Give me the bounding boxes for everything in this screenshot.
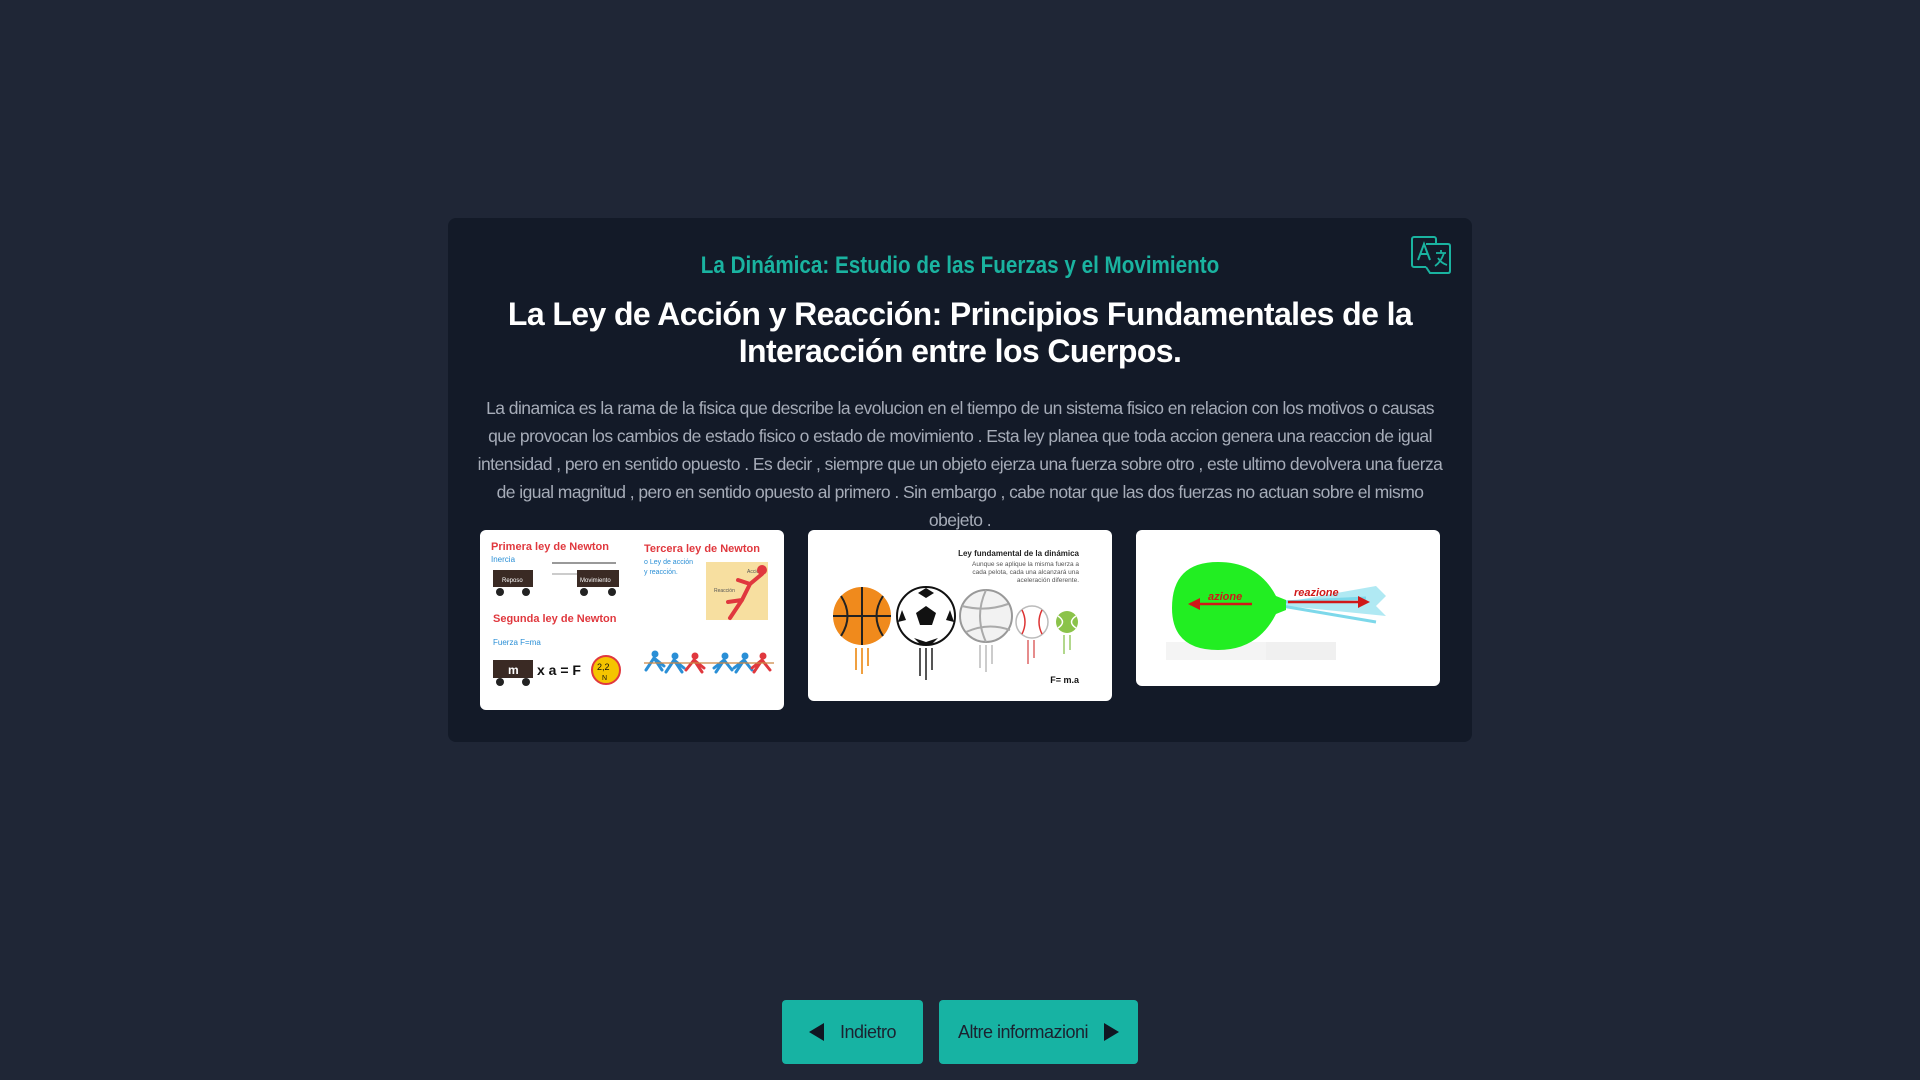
back-button-label: Indietro [839, 1021, 897, 1042]
force-value: 2,2 [597, 662, 610, 672]
balls-line2: cada pelota, cada una alcanzará una [972, 569, 1079, 576]
first-law-label: Primera ley de Newton [491, 541, 609, 553]
dynamics-balls-image: Ley fundamental de la dinámica Aunque se… [808, 530, 1112, 701]
baseball-icon [1015, 605, 1049, 664]
newton-laws-image: Primera ley de Newton Inercia Reposo Mov… [480, 530, 784, 710]
more-info-button-label: Altre informazioni [957, 1021, 1089, 1042]
balls-line3: aceleración diferente. [1017, 577, 1079, 584]
reaction-label: Reacción [714, 588, 735, 594]
back-button[interactable]: Indietro [782, 1000, 923, 1064]
card-description: La dinamica es la rama de la fisica que … [477, 398, 1443, 530]
soccer-ball-icon [896, 586, 956, 680]
translate-button[interactable] [1410, 234, 1452, 276]
force-formula-label: Fuerza F=ma [493, 638, 541, 647]
mass-label: m [508, 663, 519, 677]
inertia-label: Inercia [491, 555, 516, 564]
action-reaction-image: azione reazione [1136, 530, 1440, 686]
action-label-img3: azione [1208, 591, 1242, 603]
equation-label: x a = F [537, 662, 581, 678]
rest-label: Reposo [502, 578, 523, 584]
info-card: La Dinámica: Estudio de las Fuerzas y el… [448, 218, 1472, 742]
second-law-label: Segunda ley de Newton [493, 613, 617, 625]
card-subtitle: La Dinámica: Estudio de las Fuerzas y el… [700, 252, 1220, 279]
translate-icon [1411, 236, 1451, 274]
third-law-label: Tercera ley de Newton [644, 543, 760, 555]
arrow-right-icon [1104, 1023, 1120, 1041]
movement-label: Movimiento [580, 578, 611, 584]
page: La Dinámica: Estudio de las Fuerzas y el… [0, 0, 1920, 1080]
tennis-ball-icon [1056, 611, 1078, 654]
card-title: La Ley de Acción y Reacción: Principios … [507, 296, 1413, 369]
third-law-sub2: y reacción. [644, 569, 678, 576]
third-law-sub1: o Ley de acción [644, 559, 693, 566]
balls-line1: Aunque se aplique la misma fuerza a [972, 561, 1079, 568]
more-info-button[interactable]: Altre informazioni [939, 1000, 1138, 1064]
basketball-icon [833, 587, 891, 674]
reaction-label-img3: reazione [1294, 587, 1339, 599]
volleyball-icon [959, 589, 1013, 672]
arrow-left-icon [808, 1023, 824, 1041]
force-unit: N [602, 675, 607, 682]
balls-heading: Ley fundamental de la dinámica [958, 549, 1079, 558]
balls-formula: F= m.a [1050, 675, 1080, 685]
